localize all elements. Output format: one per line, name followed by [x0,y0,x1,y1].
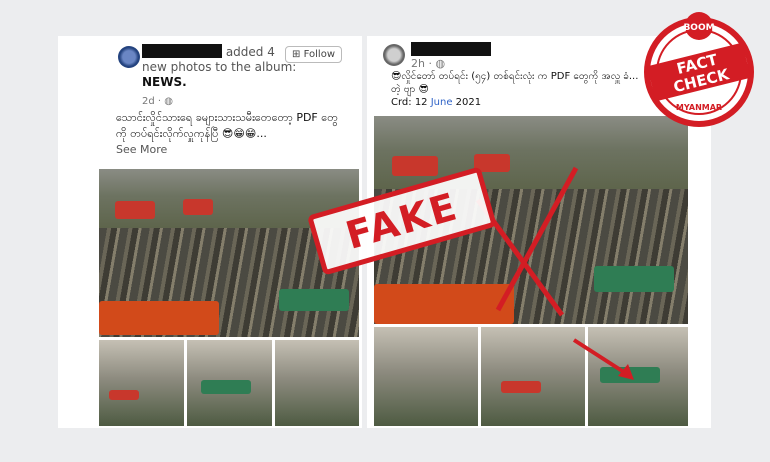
credit-year: 2021 [452,97,482,108]
left-post-caption-text: သောင်းလှိုင်သားရေ ခများသားသမီးတေတော့ PDF… [116,111,338,140]
left-post-avatar[interactable] [118,46,140,68]
redacted-name [411,42,491,56]
follow-button-label: Follow [303,49,335,60]
photo-orange-tarp [99,301,219,335]
right-post-avatar[interactable] [383,44,405,66]
credit-month-link[interactable]: June [431,97,453,108]
right-post-time: 2h · [411,57,432,70]
left-post-time-text: 2d · [142,96,162,107]
left-thumbnail-1[interactable] [99,340,184,426]
badge-bottom-text: MYANMAR [676,103,722,112]
boom-fact-check-badge: BOOM FACT CHECK MYANMAR [644,12,754,127]
photo-red-cloth [392,156,438,176]
left-thumbnail-3[interactable] [275,340,359,426]
badge-top-text: BOOM [683,23,714,33]
red-x-stroke-2 [495,166,579,312]
red-x-mark [475,166,579,317]
thumbnail-image [374,327,478,426]
left-thumbnail-2[interactable] [187,340,272,426]
globe-icon: ◍ [435,57,446,70]
thumbnail-image [99,340,184,426]
follow-button[interactable]: ⊞ Follow [285,46,342,63]
left-post-caption: သောင်းလှိုင်သားရေ ခများသားသမီးတေတော့ PDF… [116,110,348,158]
right-post-credit: Crd: 12 June 2021 [391,97,481,108]
globe-icon: ◍ [164,96,173,107]
photo-green-tarp [594,266,674,292]
right-post-caption-text: 😎လှိုင်တော် တပ်ရင်း (၅၄) တစ်ရင်းလုံး က P… [391,71,639,95]
photo-red-cloth [115,201,155,219]
left-post-time: 2d · ◍ [142,94,302,109]
left-post-header: added 4 new photos to the album: NEWS. 2… [142,44,302,109]
add-friend-icon: ⊞ [292,49,301,60]
redacted-name [142,44,222,58]
right-thumbnail-1[interactable] [374,327,478,426]
right-post-caption: 😎လှိုင်တော် တပ်ရင်း (၅၄) တစ်ရင်းလုံး က P… [391,70,641,109]
photo-green-tarp [201,380,251,394]
photo-red-cloth [183,199,213,215]
left-post-album-link[interactable]: NEWS. [142,75,187,89]
see-more-link[interactable]: See More [116,143,167,156]
right-post-header: 2h · ◍ [411,42,491,70]
thumbnail-image [275,340,359,426]
photo-red-cloth [109,390,139,400]
photo-red-cloth [501,381,541,393]
red-arrow-mark [572,338,634,380]
red-arrow-shaft [572,338,632,378]
photo-green-tarp [279,289,349,311]
credit-prefix: Crd: 12 [391,97,431,108]
